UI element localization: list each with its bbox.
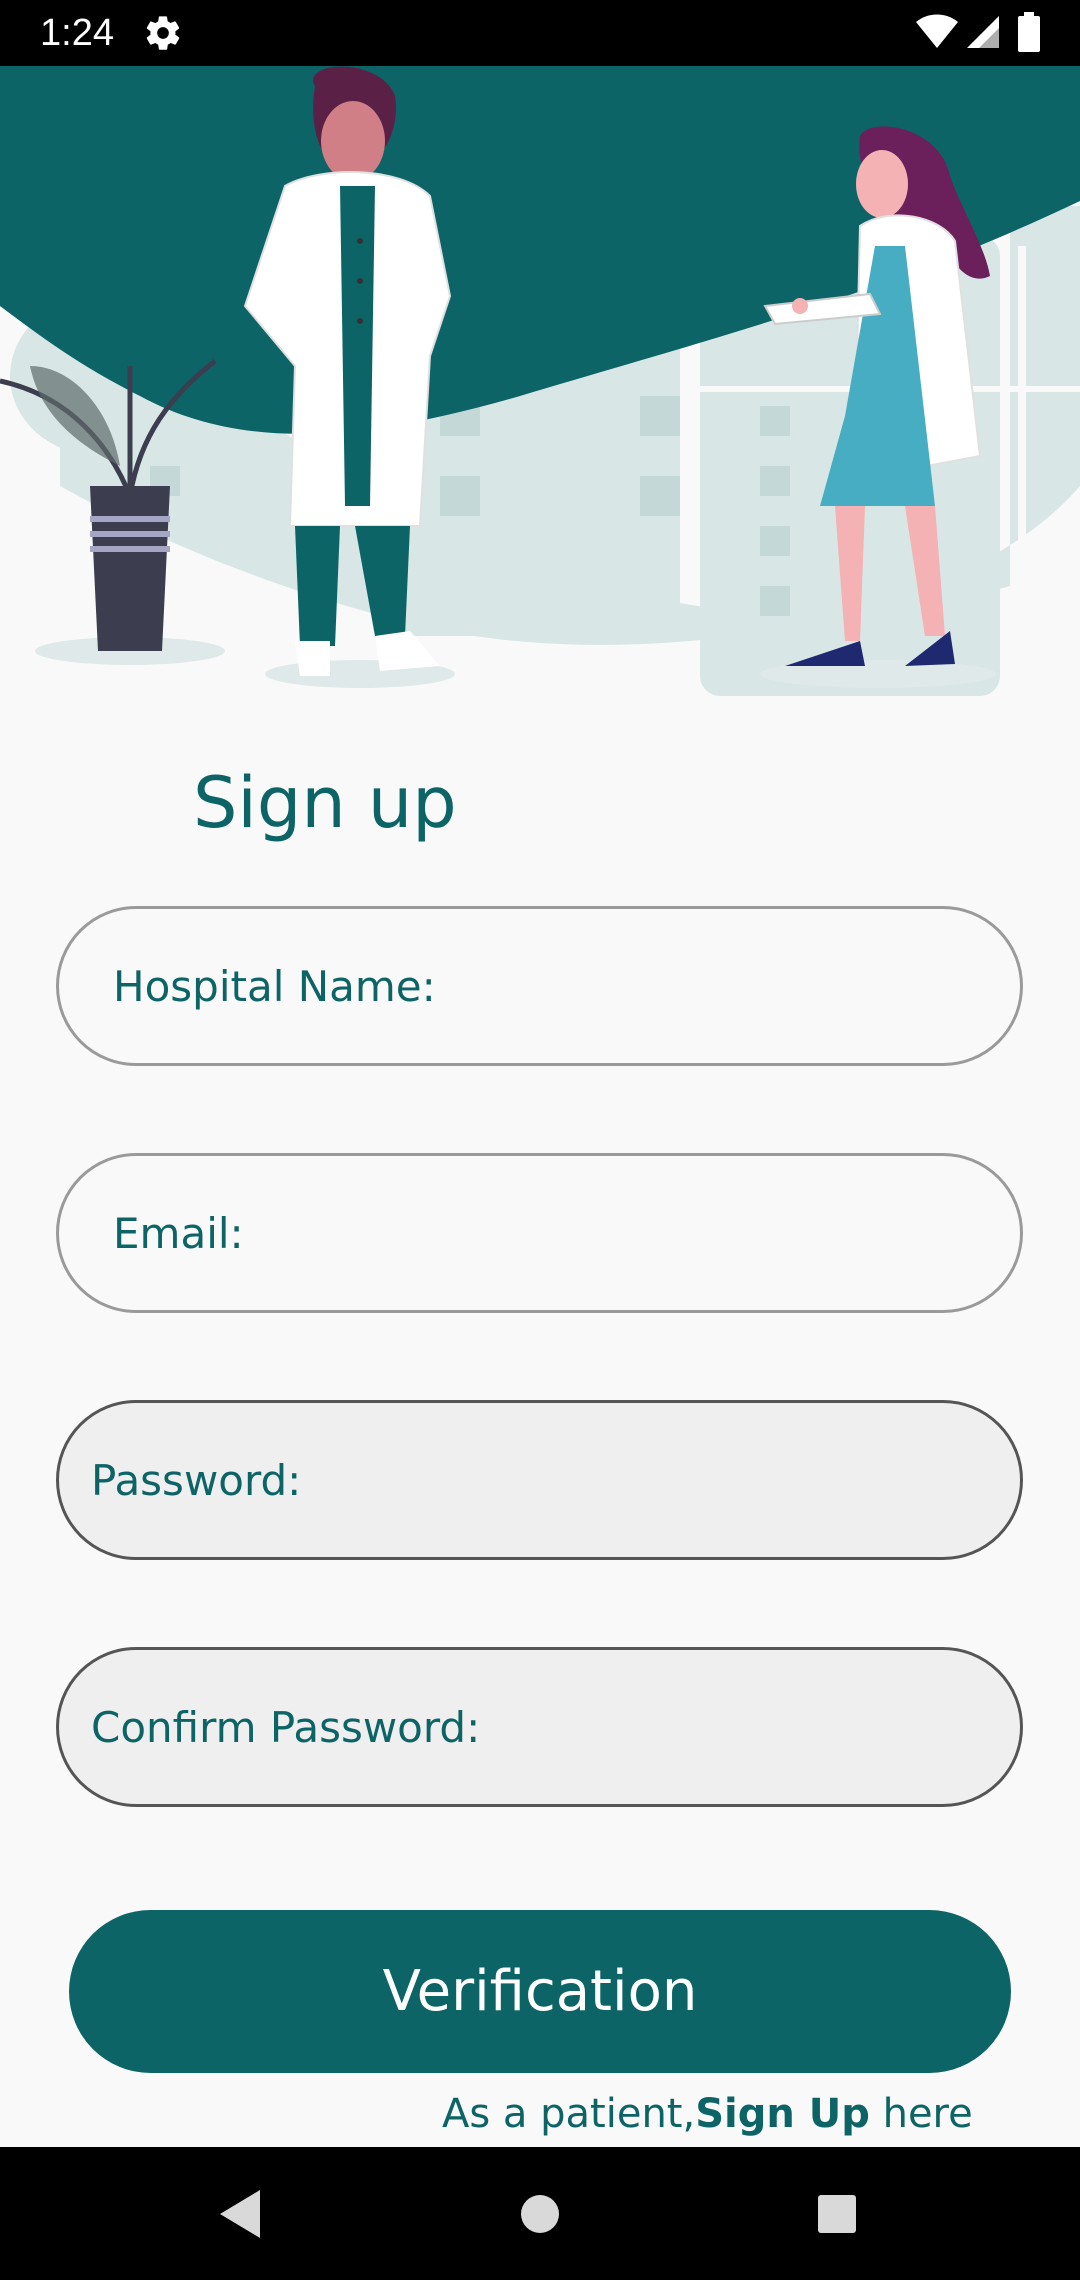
page-title: Sign up bbox=[193, 762, 457, 844]
home-icon[interactable] bbox=[520, 2194, 560, 2234]
email-placeholder: Email: bbox=[113, 1208, 244, 1258]
confirm-password-field[interactable]: Confirm Password: bbox=[56, 1647, 1023, 1807]
verification-button[interactable]: Verification bbox=[69, 1910, 1011, 2073]
email-field[interactable]: Email: bbox=[56, 1153, 1023, 1313]
confirm-password-placeholder: Confirm Password: bbox=[91, 1702, 481, 1752]
patient-signup-prefix: As a patient, bbox=[442, 2091, 696, 2137]
patient-signup-text: As a patient,Sign Up here bbox=[442, 2086, 973, 2142]
password-field[interactable]: Password: bbox=[56, 1400, 1023, 1560]
hospital-name-field[interactable]: Hospital Name: bbox=[56, 906, 1023, 1066]
status-bar: 1:24 bbox=[0, 0, 1080, 66]
doctors-illustration bbox=[0, 66, 1080, 696]
password-placeholder: Password: bbox=[91, 1455, 302, 1505]
patient-signup-link[interactable]: Sign Up bbox=[695, 2091, 870, 2137]
battery-icon bbox=[1018, 12, 1040, 52]
patient-signup-suffix: here bbox=[869, 2091, 973, 2137]
hospital-name-placeholder: Hospital Name: bbox=[113, 961, 436, 1011]
back-icon[interactable] bbox=[216, 2186, 264, 2242]
settings-gear-icon bbox=[146, 16, 180, 50]
recents-icon[interactable] bbox=[817, 2194, 857, 2234]
wifi-icon bbox=[916, 14, 958, 48]
cell-signal-icon bbox=[967, 16, 999, 48]
status-time: 1:24 bbox=[40, 12, 114, 54]
